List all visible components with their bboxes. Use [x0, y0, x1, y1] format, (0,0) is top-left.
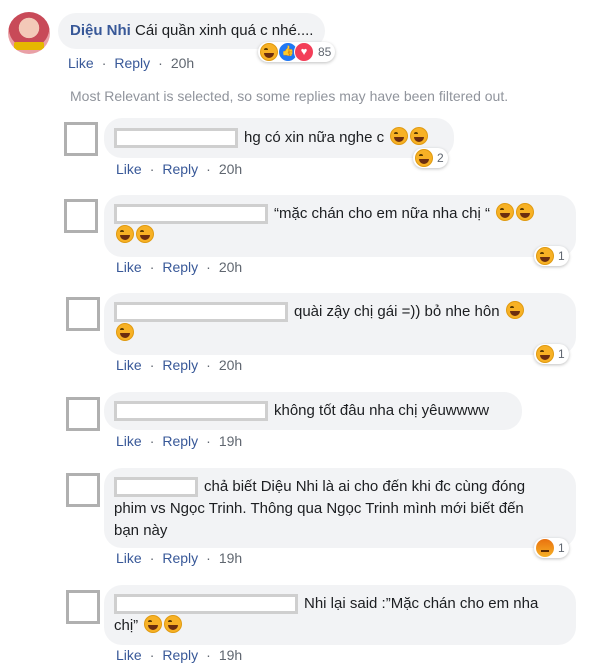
like-link[interactable]: Like — [116, 259, 142, 275]
timestamp[interactable]: 20h — [219, 259, 242, 275]
reply-reaction-summary[interactable]: 1 — [534, 538, 569, 558]
reply-link[interactable]: Reply — [162, 161, 198, 177]
haha-icon — [144, 615, 163, 633]
reply-actions: Like · Reply · 19h — [116, 550, 243, 566]
like-link[interactable]: Like — [116, 550, 142, 566]
reply-actions: Like · Reply · 20h — [116, 357, 243, 373]
reply-actions: Like · Reply · 20h — [116, 161, 243, 177]
reply-text: chả biết Diệu Nhi là ai cho đến khi đc c… — [204, 478, 526, 495]
reaction-count: 1 — [558, 249, 565, 263]
reply-avatar[interactable] — [64, 122, 98, 156]
reply-text: quài zậy chị gái =)) bỏ nhe hôn — [294, 303, 500, 320]
reply-actions: Like · Reply · 19h — [116, 433, 243, 449]
angry-icon — [536, 539, 554, 557]
filter-notice: Most Relevant is selected, so some repli… — [70, 88, 509, 104]
haha-icon — [260, 43, 278, 61]
reaction-count: 85 — [318, 45, 332, 59]
author-name[interactable]: Diệu Nhi — [70, 22, 131, 39]
haha-icon — [536, 247, 554, 265]
haha-icon — [415, 149, 433, 167]
reply-link[interactable]: Reply — [114, 55, 150, 71]
haha-icon — [536, 345, 554, 363]
like-link[interactable]: Like — [116, 647, 142, 663]
reply-actions: Like · Reply · 20h — [116, 259, 243, 275]
reply-bubble: hg có xin nữa nghe c — [104, 118, 454, 158]
reply-bubble: không tốt đâu nha chị yêuwwww — [104, 392, 522, 430]
main-comment-actions: Like · Reply · 20h — [68, 55, 195, 71]
like-link[interactable]: Like — [116, 161, 142, 177]
reply-link[interactable]: Reply — [162, 433, 198, 449]
author-avatar[interactable] — [8, 12, 50, 54]
reply-text: không tốt đâu nha chị yêuwwww — [274, 402, 490, 419]
reaction-count: 2 — [437, 151, 444, 165]
reply-reaction-summary[interactable]: 1 — [534, 246, 569, 266]
reply-avatar[interactable] — [66, 473, 100, 507]
reply-text-continued: chị” — [114, 617, 139, 634]
haha-icon — [505, 301, 524, 319]
haha-icon — [116, 323, 134, 341]
haha-icon — [390, 127, 409, 145]
reply-link[interactable]: Reply — [162, 357, 198, 373]
redacted-name — [114, 204, 268, 225]
redacted-name — [114, 128, 238, 149]
reply-link[interactable]: Reply — [162, 550, 198, 566]
reply-bubble: quài zậy chị gái =)) bỏ nhe hôn — [104, 293, 576, 355]
haha-icon — [164, 615, 183, 633]
reply-bubble: Nhi lại said :”Mặc chán cho em nha chị” — [104, 585, 576, 645]
like-link[interactable]: Like — [116, 433, 142, 449]
reply-bubble: chả biết Diệu Nhi là ai cho đến khi đc c… — [104, 468, 576, 548]
like-link[interactable]: Like — [116, 357, 142, 373]
redacted-name — [114, 594, 298, 615]
reply-text: Nhi lại said :”Mặc chán cho em nha — [304, 595, 539, 612]
reply-link[interactable]: Reply — [162, 647, 198, 663]
comment-text: Cái quần xinh quá c nhé.... — [135, 22, 314, 39]
reply-reaction-summary[interactable]: 2 — [413, 148, 448, 168]
timestamp[interactable]: 20h — [171, 55, 194, 71]
timestamp[interactable]: 20h — [219, 357, 242, 373]
haha-icon — [136, 225, 154, 243]
timestamp[interactable]: 19h — [219, 647, 242, 663]
reply-actions: Like · Reply · 19h — [116, 647, 243, 663]
reaction-count: 1 — [558, 541, 565, 555]
reply-text: hg có xin nữa nghe c — [244, 129, 385, 146]
reply-reaction-summary[interactable]: 1 — [534, 344, 569, 364]
timestamp[interactable]: 19h — [219, 433, 242, 449]
reply-text: “mặc chán cho em nữa nha chị “ — [274, 205, 490, 222]
reply-link[interactable]: Reply — [162, 259, 198, 275]
reply-avatar[interactable] — [66, 590, 100, 624]
timestamp[interactable]: 20h — [219, 161, 242, 177]
reply-bubble: “mặc chán cho em nữa nha chị “ — [104, 195, 576, 257]
love-icon: ♥ — [294, 42, 314, 62]
redacted-name — [114, 401, 268, 422]
haha-icon — [496, 203, 515, 221]
reaction-count: 1 — [558, 347, 565, 361]
redacted-name — [114, 302, 288, 323]
reply-text-continued: bạn này — [114, 522, 168, 539]
like-link[interactable]: Like — [68, 55, 94, 71]
timestamp[interactable]: 19h — [219, 550, 242, 566]
main-reaction-summary[interactable]: 👍 ♥ 85 — [258, 42, 336, 62]
haha-icon — [116, 225, 134, 243]
reply-avatar[interactable] — [64, 199, 98, 233]
reply-avatar[interactable] — [66, 297, 100, 331]
haha-icon — [410, 127, 429, 145]
haha-icon — [516, 203, 535, 221]
redacted-name — [114, 477, 198, 498]
reply-text-continued: phim vs Ngọc Trinh. Thông qua Ngọc Trinh… — [114, 500, 524, 517]
reply-avatar[interactable] — [66, 397, 100, 431]
